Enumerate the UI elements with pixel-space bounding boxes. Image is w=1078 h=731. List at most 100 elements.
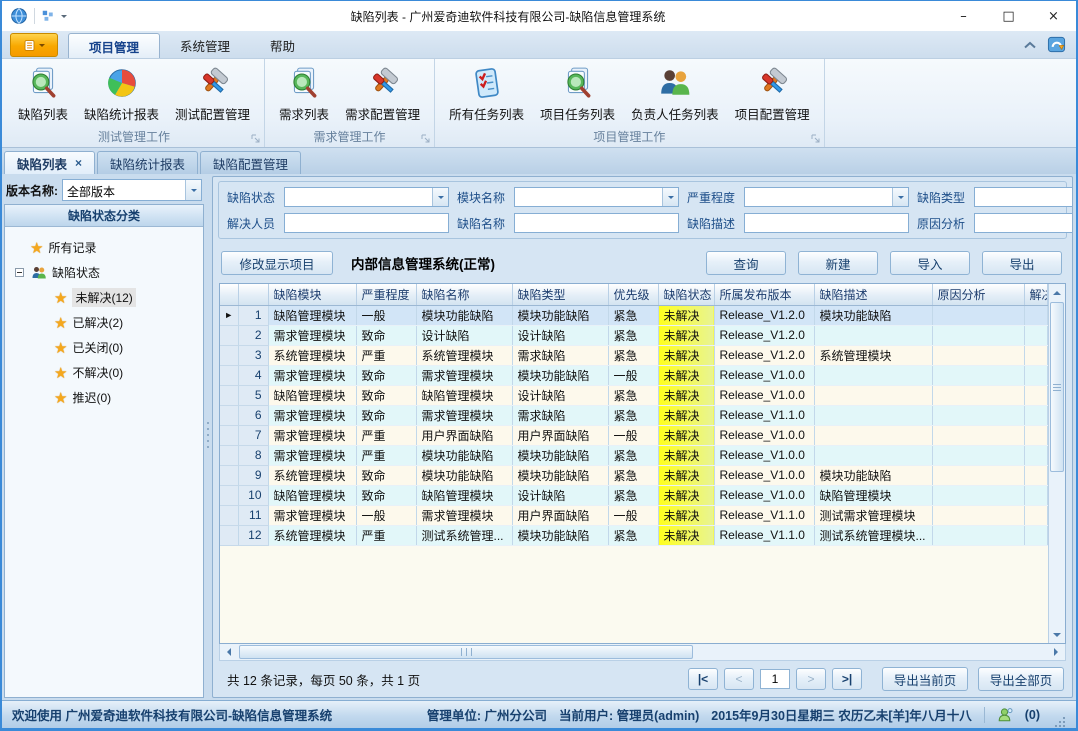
requirement-list-button[interactable]: 需求列表	[271, 62, 337, 125]
table-cell[interactable]: 缺陷管理模块	[268, 485, 356, 505]
ribbon-tab-system[interactable]: 系统管理	[160, 33, 250, 58]
table-cell[interactable]: 未解决	[658, 325, 714, 345]
table-cell[interactable]: 测试需求管理模块	[814, 505, 932, 525]
table-cell[interactable]: 模块功能缺陷	[416, 465, 512, 485]
column-header-7[interactable]: 缺陷描述	[814, 284, 932, 305]
table-cell[interactable]: 致命	[356, 405, 416, 425]
table-cell[interactable]	[1024, 365, 1048, 385]
table-cell[interactable]	[932, 425, 1024, 445]
tree-collapse-icon[interactable]	[15, 268, 24, 277]
column-header-4[interactable]: 优先级	[608, 284, 658, 305]
table-cell[interactable]: 测试系统管理模块...	[814, 525, 932, 545]
table-cell[interactable]	[932, 445, 1024, 465]
table-cell[interactable]: Release_V1.0.0	[714, 445, 814, 465]
table-cell[interactable]	[1024, 465, 1048, 485]
chevron-down-icon[interactable]	[432, 188, 448, 206]
table-cell[interactable]	[814, 365, 932, 385]
table-cell[interactable]: 设计缺陷	[416, 325, 512, 345]
version-combobox[interactable]: 全部版本	[62, 179, 202, 201]
table-cell[interactable]: 紧急	[608, 525, 658, 545]
table-cell[interactable]: Release_V1.1.0	[714, 525, 814, 545]
table-cell[interactable]: 紧急	[608, 485, 658, 505]
table-cell[interactable]: 设计缺陷	[512, 485, 608, 505]
dialog-launcher-icon[interactable]	[811, 134, 821, 144]
table-cell[interactable]: Release_V1.0.0	[714, 485, 814, 505]
table-row[interactable]: 3系统管理模块严重系统管理模块需求缺陷紧急未解决Release_V1.2.0系统…	[220, 345, 1048, 365]
table-cell[interactable]: 需求缺陷	[512, 345, 608, 365]
table-cell[interactable]	[932, 325, 1024, 345]
chevron-down-icon[interactable]	[662, 188, 678, 206]
table-cell[interactable]: 紧急	[608, 445, 658, 465]
tab-close-icon[interactable]: ×	[75, 156, 82, 170]
table-cell[interactable]: 需求管理模块	[416, 365, 512, 385]
table-row[interactable]: 6需求管理模块致命需求管理模块需求缺陷紧急未解决Release_V1.1.0	[220, 405, 1048, 425]
table-cell[interactable]: 用户界面缺陷	[512, 425, 608, 445]
new-button[interactable]: 新建	[798, 251, 878, 275]
column-header-2[interactable]: 缺陷名称	[416, 284, 512, 305]
table-cell[interactable]	[1024, 385, 1048, 405]
table-cell[interactable]: 需求管理模块	[268, 505, 356, 525]
export-button[interactable]: 导出	[982, 251, 1062, 275]
table-cell[interactable]: 严重	[356, 345, 416, 365]
export-all-pages-button[interactable]: 导出全部页	[978, 667, 1064, 691]
table-cell[interactable]: 缺陷管理模块	[268, 305, 356, 325]
table-cell[interactable]: 未解决	[658, 405, 714, 425]
table-cell[interactable]	[932, 525, 1024, 545]
table-cell[interactable]: 一般	[608, 365, 658, 385]
table-row[interactable]: 10缺陷管理模块致命缺陷管理模块设计缺陷紧急未解决Release_V1.0.0缺…	[220, 485, 1048, 505]
table-cell[interactable]: 用户界面缺陷	[512, 505, 608, 525]
table-cell[interactable]: 模块功能缺陷	[814, 305, 932, 325]
table-cell[interactable]: 未解决	[658, 485, 714, 505]
vertical-scroll-thumb[interactable]	[1050, 302, 1064, 472]
dialog-launcher-icon[interactable]	[421, 134, 431, 144]
table-cell[interactable]: Release_V1.2.0	[714, 325, 814, 345]
table-cell[interactable]: 模块功能缺陷	[814, 465, 932, 485]
table-cell[interactable]	[814, 405, 932, 425]
tree-item-wontfix[interactable]: ★ 不解决(0)	[15, 360, 199, 385]
tree-item-all-records[interactable]: ★ 所有记录	[15, 235, 199, 260]
filter-combo-defect-status[interactable]	[284, 187, 449, 207]
table-cell[interactable]: 紧急	[608, 305, 658, 325]
table-cell[interactable]: 设计缺陷	[512, 385, 608, 405]
modify-columns-button[interactable]: 修改显示项目	[221, 251, 333, 275]
chevron-down-icon[interactable]	[892, 188, 908, 206]
vertical-scrollbar[interactable]	[1048, 284, 1065, 643]
table-cell[interactable]: 紧急	[608, 345, 658, 365]
minimize-button[interactable]: –	[941, 1, 986, 31]
next-page-button[interactable]: >	[796, 668, 826, 690]
owner-tasks-button[interactable]: 负责人任务列表	[623, 62, 727, 125]
table-cell[interactable]: 模块功能缺陷	[512, 465, 608, 485]
table-cell[interactable]: 需求管理模块	[416, 405, 512, 425]
table-cell[interactable]	[814, 445, 932, 465]
filter-input-defect-desc[interactable]	[744, 213, 909, 233]
table-cell[interactable]	[814, 325, 932, 345]
table-cell[interactable]: 未解决	[658, 365, 714, 385]
table-cell[interactable]: 未解决	[658, 525, 714, 545]
table-cell[interactable]: 致命	[356, 485, 416, 505]
project-tasks-button[interactable]: 项目任务列表	[532, 62, 623, 125]
horizontal-scrollbar[interactable]	[219, 644, 1066, 661]
import-button[interactable]: 导入	[890, 251, 970, 275]
tree-item-postponed[interactable]: ★ 推迟(0)	[15, 385, 199, 410]
table-cell[interactable]: 未解决	[658, 305, 714, 325]
table-cell[interactable]: 缺陷管理模块	[416, 385, 512, 405]
table-cell[interactable]: Release_V1.0.0	[714, 465, 814, 485]
table-cell[interactable]: 缺陷管理模块	[268, 385, 356, 405]
table-cell[interactable]: Release_V1.1.0	[714, 405, 814, 425]
table-cell[interactable]	[814, 385, 932, 405]
table-cell[interactable]: 需求管理模块	[268, 405, 356, 425]
table-cell[interactable]: 严重	[356, 525, 416, 545]
last-page-button[interactable]: >|	[832, 668, 862, 690]
table-cell[interactable]: 一般	[608, 505, 658, 525]
table-cell[interactable]	[1024, 325, 1048, 345]
table-cell[interactable]	[1024, 525, 1048, 545]
table-cell[interactable]: 一般	[608, 425, 658, 445]
table-cell[interactable]: Release_V1.1.0	[714, 505, 814, 525]
table-cell[interactable]	[932, 405, 1024, 425]
table-cell[interactable]: 系统管理模块	[416, 345, 512, 365]
table-cell[interactable]: 用户界面缺陷	[416, 425, 512, 445]
defect-list-button[interactable]: 缺陷列表	[10, 62, 76, 125]
table-cell[interactable]: 模块功能缺陷	[512, 365, 608, 385]
table-cell[interactable]	[1024, 445, 1048, 465]
quick-access-dropdown-icon[interactable]	[61, 15, 67, 21]
